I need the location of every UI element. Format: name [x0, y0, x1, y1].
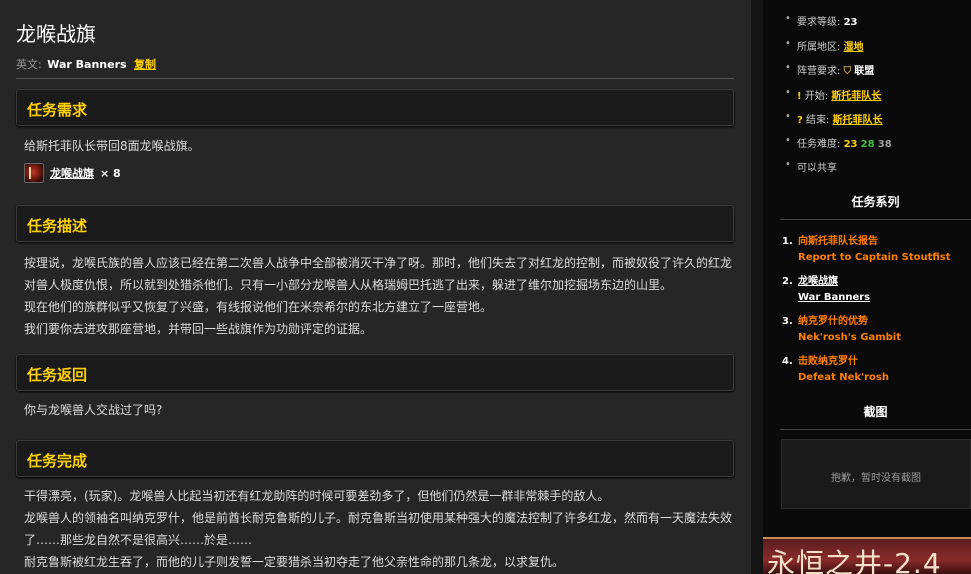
faction-value: 联盟 — [854, 66, 875, 77]
series-item-title[interactable]: 向斯托菲队长报告 — [798, 234, 951, 250]
english-label: 英文: — [16, 58, 42, 71]
no-screenshots-text: 抱歉，暂时没有截图 — [831, 473, 921, 484]
difficulty-value: 28 — [860, 139, 875, 150]
english-name-row: 英文: War Banners 复制 — [16, 56, 156, 72]
exclamation-icon: ! — [797, 91, 802, 102]
info-end: ? 结束: 斯托菲队长 — [785, 111, 883, 126]
english-name: War Banners — [47, 58, 127, 71]
required-item: 龙喉战旗 × 8 — [24, 162, 121, 184]
description-line: 按理说，龙喉氏族的兽人应该已经在第二次兽人战争中全部被消灭干净了呀。那时，他们失… — [24, 256, 733, 270]
series-item-english[interactable]: Report to Captain Stoutfist — [798, 250, 951, 266]
info-start: ! 开始: 斯托菲队长 — [785, 87, 881, 102]
start-npc-link[interactable]: 斯托菲队长 — [831, 91, 881, 102]
info-shareable: 可以共享 — [785, 159, 837, 174]
description-header: 任务描述 — [16, 205, 734, 242]
series-item-english[interactable]: War Banners — [798, 290, 870, 306]
series-item-english[interactable]: Nek'rosh's Gambit — [798, 330, 901, 346]
end-npc-link[interactable]: 斯托菲队长 — [833, 115, 883, 126]
screenshots-heading: 截图 — [863, 405, 888, 419]
required-item-count: × 8 — [100, 166, 121, 180]
objectives-heading: 任务需求 — [27, 101, 88, 119]
description-heading: 任务描述 — [27, 217, 88, 235]
alliance-shield-icon: ⛉ — [843, 66, 852, 77]
progress-text: 你与龙喉兽人交战过了吗? — [24, 403, 163, 417]
completion-header: 任务完成 — [16, 440, 734, 477]
series-item-title[interactable]: 纳克罗什的优势 — [798, 314, 901, 330]
objectives-header: 任务需求 — [16, 89, 734, 126]
completion-heading: 任务完成 — [27, 452, 88, 470]
question-mark-icon: ? — [797, 115, 803, 126]
info-difficulty: 任务难度: 23 28 38 — [785, 135, 892, 150]
difficulty-value: 23 — [843, 139, 858, 150]
zone-link[interactable]: 湿地 — [844, 42, 864, 53]
promo-banner[interactable]: 永恒之井-2.4 — [763, 537, 971, 574]
completion-line: 干得漂亮，(玩家)。龙喉兽人比起当初还有红龙助阵的时候可要差劲多了，但他们仍然是… — [24, 489, 610, 503]
completion-line: 了……那些龙自然不是很高兴……於是…… — [24, 533, 253, 547]
difficulty-value: 38 — [877, 139, 892, 150]
quest-main-panel: 龙喉战旗 英文: War Banners 复制 任务需求 给斯托菲队长带回8面龙… — [0, 0, 751, 574]
series-divider — [780, 219, 971, 220]
series-item-title[interactable]: 击败纳克罗什 — [798, 354, 889, 370]
series-item-english[interactable]: Defeat Nek'rosh — [798, 370, 889, 386]
page-title: 龙喉战旗 — [16, 22, 96, 46]
progress-heading: 任务返回 — [27, 366, 88, 384]
war-banner-icon[interactable] — [24, 163, 44, 183]
series-item-title[interactable]: 龙喉战旗 — [798, 274, 870, 290]
screenshots-divider — [780, 429, 971, 430]
progress-header: 任务返回 — [16, 354, 734, 391]
level-value: 23 — [843, 17, 858, 28]
screenshots-placeholder: 抱歉，暂时没有截图 — [781, 439, 971, 509]
completion-line: 龙喉兽人的领袖名叫纳克罗什，他是前酋长耐克鲁斯的儿子。耐克鲁斯当初使用某种强大的… — [24, 511, 733, 525]
completion-line: 耐克鲁斯被红龙生吞了，而他的儿子则发誓一定要猎杀当初夺走了他父亲性命的那几条龙，… — [24, 555, 565, 569]
description-line: 对兽人极度仇恨，所以就到处猎杀他们。只有一小部分龙喉兽人从格瑞姆巴托逃了出来，躲… — [24, 278, 673, 292]
required-item-link[interactable]: 龙喉战旗 — [50, 165, 94, 181]
description-text: 按理说，龙喉氏族的兽人应该已经在第二次兽人战争中全部被消灭干净了呀。那时，他们失… — [24, 252, 734, 340]
objectives-text: 给斯托菲队长带回8面龙喉战旗。 — [24, 139, 200, 153]
series-heading: 任务系列 — [851, 195, 900, 209]
title-divider — [16, 78, 734, 79]
banner-text: 永恒之井-2.4 — [767, 547, 942, 574]
info-faction: 阵营要求: ⛉ 联盟 — [785, 62, 875, 77]
info-level: 要求等级: 23 — [785, 13, 858, 28]
layout-gutter — [751, 0, 763, 574]
copy-link[interactable]: 复制 — [134, 58, 156, 71]
info-zone: 所属地区: 湿地 — [785, 38, 864, 53]
description-line: 现在他们的族群似乎又恢复了兴盛，有线报说他们在米奈希尔的东北方建立了一座营地。 — [24, 300, 493, 314]
description-line: 我们要你去进攻那座营地，并带回一些战旗作为功勋评定的证据。 — [24, 322, 373, 336]
completion-text: 干得漂亮，(玩家)。龙喉兽人比起当初还有红龙助阵的时候可要差劲多了，但他们仍然是… — [24, 485, 734, 573]
